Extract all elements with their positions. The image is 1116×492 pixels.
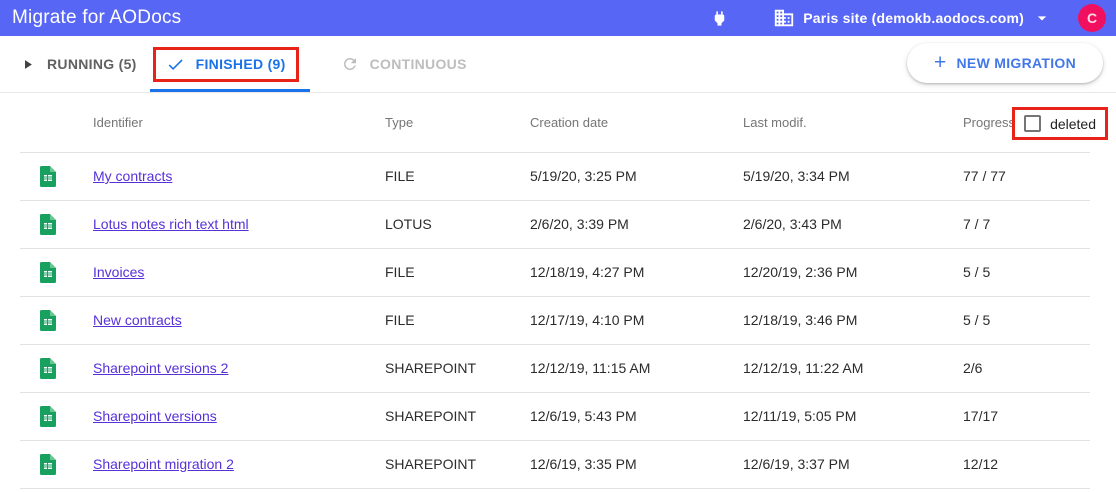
new-migration-label: NEW MIGRATION [956,55,1077,71]
tab-bar: RUNNING (5) FINISHED (9) CONTINUOUS + NE… [0,36,1116,93]
migration-link[interactable]: Sharepoint versions [93,408,217,424]
migration-link[interactable]: Invoices [93,264,144,280]
cell-type: FILE [385,264,415,280]
cell-creation-date: 12/6/19, 3:35 PM [530,456,637,472]
column-header-last-modif: Last modif. [743,115,807,130]
site-label: Paris site (demokb.aodocs.com) [803,10,1024,26]
cell-creation-date: 12/17/19, 4:10 PM [530,312,645,328]
cell-progress: 5 / 5 [963,264,991,280]
cell-progress: 7 / 7 [963,216,991,232]
tab-running[interactable]: RUNNING (5) [20,56,137,72]
cell-progress: 2/6 [963,360,983,376]
column-header-creation-date: Creation date [530,115,609,130]
cell-progress: 12/12 [963,456,999,472]
cell-icon [0,309,93,331]
cell-icon [0,453,93,475]
domain-building-icon [773,7,795,29]
cell-type: LOTUS [385,216,432,232]
cell-icon [0,405,93,427]
cell-last-modif: 12/11/19, 5:05 PM [743,408,857,424]
tab-continuous-label: CONTINUOUS [369,56,467,72]
app-title: Migrate for AODocs [12,7,182,28]
cell-creation-date: 12/12/19, 11:15 AM [530,360,651,376]
cell-identifier: Lotus notes rich text html [93,216,385,232]
migration-link[interactable]: Lotus notes rich text html [93,216,249,232]
cell-creation-date: 12/6/19, 5:43 PM [530,408,637,424]
cell-last-modif: 12/12/19, 11:22 AM [743,360,864,376]
deleted-filter: deleted [1012,107,1108,140]
active-tab-underline [150,89,310,92]
spreadsheet-icon [40,165,56,187]
cell-identifier: New contracts [93,312,385,328]
cell-last-modif: 2/6/20, 3:43 PM [743,216,842,232]
cell-identifier: Sharepoint migration 2 [93,456,385,472]
migration-link[interactable]: My contracts [93,168,172,184]
cell-creation-date: 2/6/20, 3:39 PM [530,216,629,232]
migration-table: My contracts FILE 5/19/20, 3:25 PM 5/19/… [0,152,1116,492]
app-header: Migrate for AODocs Paris site (demokb.ao… [0,0,1116,36]
chevron-down-icon [1032,8,1052,28]
tab-finished-label: FINISHED (9) [195,56,286,72]
spreadsheet-icon [40,357,56,379]
table-row: Sharepoint versions 2 SHAREPOINT 12/12/1… [0,344,1116,392]
check-icon [166,55,185,74]
table-row: Invoices FILE 12/18/19, 4:27 PM 12/20/19… [0,248,1116,296]
spreadsheet-icon [40,261,56,283]
cell-icon [0,165,93,187]
migration-link[interactable]: Sharepoint migration 2 [93,456,234,472]
migration-link[interactable]: New contracts [93,312,182,328]
power-plug-icon[interactable] [710,9,729,28]
cell-last-modif: 12/18/19, 3:46 PM [743,312,858,328]
cell-icon [0,261,93,283]
table-row: New contracts FILE 12/17/19, 4:10 PM 12/… [0,296,1116,344]
cell-progress: 5 / 5 [963,312,991,328]
tab-continuous[interactable]: CONTINUOUS [341,55,467,73]
table-bottom-divider [0,488,1116,492]
migration-link[interactable]: Sharepoint versions 2 [93,360,228,376]
spreadsheet-icon [40,213,56,235]
deleted-checkbox[interactable] [1024,115,1042,132]
table-row: Sharepoint versions SHAREPOINT 12/6/19, … [0,392,1116,440]
cell-identifier: My contracts [93,168,385,184]
table-header: Identifier Type Creation date Last modif… [0,93,1116,152]
avatar[interactable]: C [1078,4,1106,32]
spreadsheet-icon [40,309,56,331]
cell-type: SHAREPOINT [385,360,477,376]
appbar-right: Paris site (demokb.aodocs.com) C [710,4,1106,32]
column-header-type: Type [385,115,414,130]
cell-progress: 17/17 [963,408,999,424]
deleted-checkbox-label: deleted [1050,115,1096,132]
cell-identifier: Invoices [93,264,385,280]
cell-progress: 77 / 77 [963,168,1006,184]
cell-last-modif: 12/20/19, 2:36 PM [743,264,858,280]
tab-finished[interactable]: FINISHED (9) [152,46,299,82]
table-row: My contracts FILE 5/19/20, 3:25 PM 5/19/… [0,152,1116,200]
cell-type: SHAREPOINT [385,456,477,472]
table-row: Lotus notes rich text html LOTUS 2/6/20,… [0,200,1116,248]
tab-running-label: RUNNING (5) [47,56,137,72]
cell-icon [0,213,93,235]
cell-type: FILE [385,168,415,184]
cell-type: SHAREPOINT [385,408,477,424]
site-selector[interactable]: Paris site (demokb.aodocs.com) [773,7,1052,29]
cell-creation-date: 12/18/19, 4:27 PM [530,264,645,280]
table-row: Sharepoint migration 2 SHAREPOINT 12/6/1… [0,440,1116,488]
cell-last-modif: 5/19/20, 3:34 PM [743,168,850,184]
play-arrow-icon [20,57,35,72]
cell-identifier: Sharepoint versions 2 [93,360,385,376]
spreadsheet-icon [40,453,56,475]
column-header-identifier: Identifier [93,115,143,130]
refresh-icon [341,55,359,73]
cell-last-modif: 12/6/19, 3:37 PM [743,456,850,472]
cell-icon [0,357,93,379]
spreadsheet-icon [40,405,56,427]
new-migration-button[interactable]: + NEW MIGRATION [907,43,1103,83]
plus-icon: + [933,50,947,74]
cell-identifier: Sharepoint versions [93,408,385,424]
cell-type: FILE [385,312,415,328]
cell-creation-date: 5/19/20, 3:25 PM [530,168,637,184]
